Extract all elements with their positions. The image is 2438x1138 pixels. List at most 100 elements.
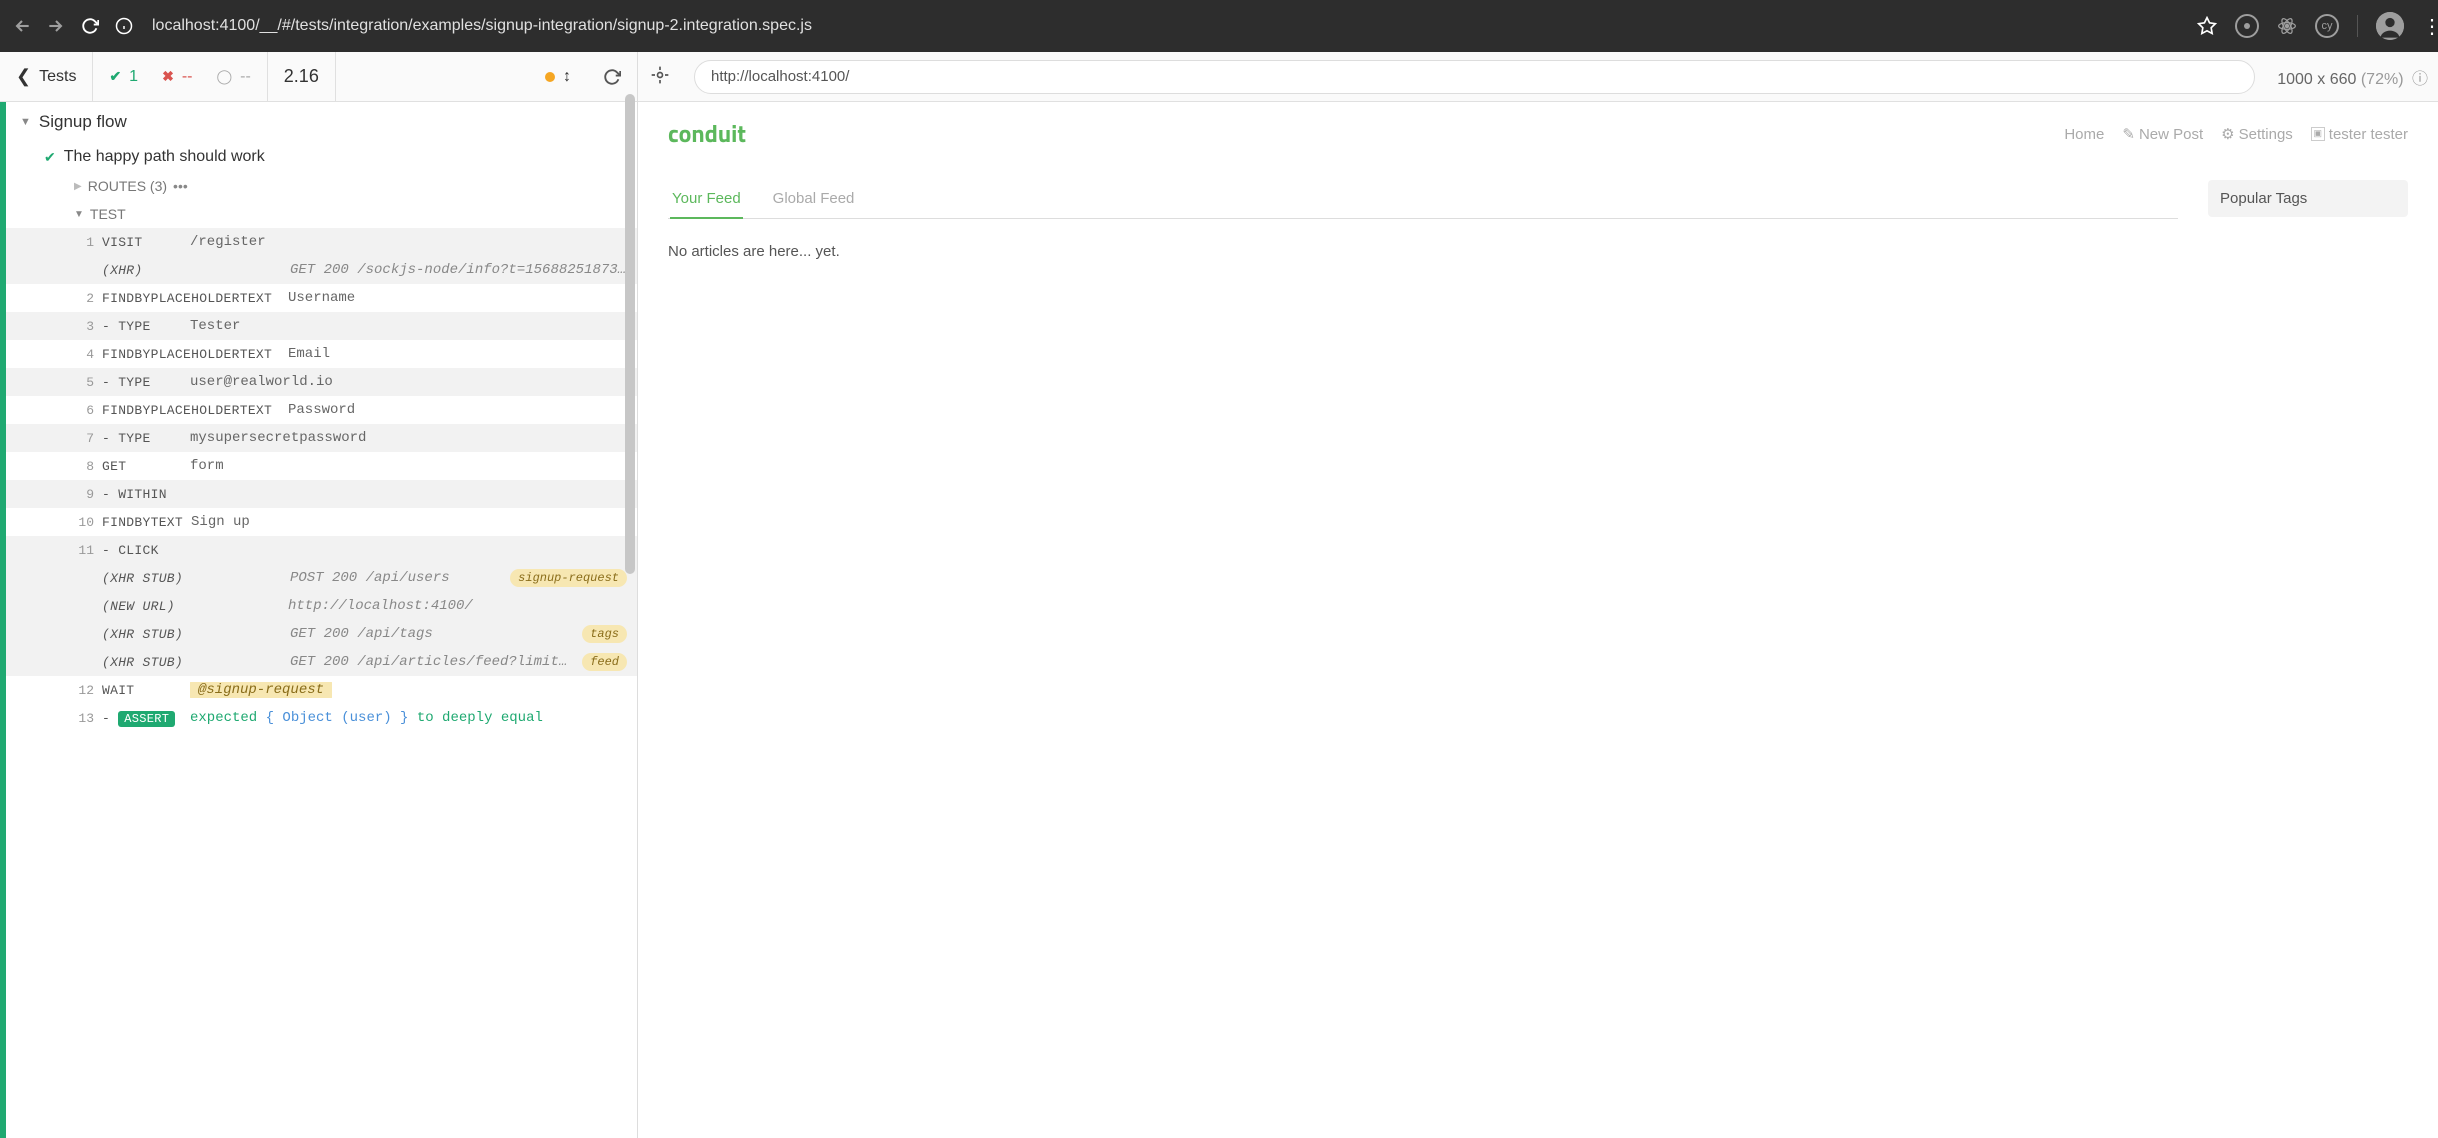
nav-home[interactable]: Home — [2064, 126, 2104, 143]
back-to-tests[interactable]: ❮ Tests — [0, 52, 93, 101]
command-row[interactable]: 3 - TYPE Tester — [6, 312, 637, 340]
command-number: 2 — [74, 291, 94, 306]
command-row[interactable]: 4FINDBYPLACEHOLDERTEXTEmail — [6, 340, 637, 368]
command-number: 5 — [74, 375, 94, 390]
command-row[interactable]: (XHR STUB)GET 200 /api/articles/feed?lim… — [6, 648, 637, 676]
app-logo[interactable]: conduit — [668, 116, 746, 152]
command-name: (XHR STUB) — [102, 627, 280, 642]
profile-avatar[interactable] — [2376, 12, 2404, 40]
command-name: - WITHIN — [102, 487, 182, 502]
command-name: WAIT — [102, 683, 182, 698]
command-row[interactable]: 6 FINDBYPLACEHOLDERTEXT Password — [6, 396, 637, 424]
command-row[interactable]: 9 - WITHIN — [6, 480, 637, 508]
dot-icon — [545, 72, 555, 82]
command-message: user@realworld.io — [190, 374, 627, 390]
command-message: /register — [190, 234, 627, 250]
pending-icon: ◯ — [216, 68, 232, 85]
updown-icon: ↕ — [563, 68, 571, 86]
app-iframe[interactable]: conduit Home ✎ New Post ⚙ Settings ▣ tes… — [638, 102, 2438, 1138]
describe-block[interactable]: ▼ Signup flow — [6, 102, 637, 142]
react-devtools-icon[interactable] — [2277, 16, 2297, 36]
command-message: GET 200 /sockjs-node/info?t=156882518734… — [288, 262, 627, 278]
command-name: FINDBYPLACEHOLDERTEXT — [102, 347, 280, 362]
nav-user[interactable]: ▣ tester tester — [2311, 126, 2408, 143]
assert-badge: ASSERT — [118, 711, 175, 727]
info-icon[interactable] — [114, 16, 134, 36]
test-block[interactable]: ✔ The happy path should work — [6, 142, 637, 172]
popular-tags-box: Popular Tags — [2208, 180, 2408, 217]
command-row[interactable]: 13 - ASSERT expected { Object (user) } t… — [6, 704, 637, 732]
command-name: (XHR STUB) — [102, 655, 280, 670]
command-message: POST 200 /api/users — [288, 570, 502, 586]
command-name: FINDBYPLACEHOLDERTEXT — [102, 403, 280, 418]
info-icon: ⓘ — [2412, 71, 2428, 88]
feed-tabs: Your Feed Global Feed — [668, 180, 2178, 219]
alias-badge: @signup-request — [190, 682, 332, 698]
command-message: Password — [288, 402, 627, 418]
alias-badge: tags — [582, 625, 627, 643]
command-row[interactable]: 7- TYPEmysupersecretpassword — [6, 424, 637, 452]
cypress-extension-icon[interactable]: cy — [2315, 14, 2339, 38]
command-number: 3 — [74, 319, 94, 334]
command-name: (XHR STUB) — [102, 571, 280, 586]
command-row[interactable]: 10FINDBYTEXTSign up — [6, 508, 637, 536]
check-icon: ✔ — [109, 68, 121, 85]
stats-passed: ✔ 1 — [93, 52, 154, 101]
reload-icon[interactable] — [80, 16, 100, 36]
aut-toolbar: 1000 x 660 (72%) ⓘ — [638, 52, 2438, 102]
command-row[interactable]: 1VISIT/register — [6, 228, 637, 256]
record-icon[interactable] — [2235, 14, 2259, 38]
passed-count: 1 — [129, 68, 138, 86]
command-name: - ASSERT — [102, 711, 182, 726]
alias-badge: signup-request — [510, 569, 627, 587]
viewport-size[interactable]: 1000 x 660 (72%) ⓘ — [2267, 65, 2438, 89]
command-message: Sign up — [191, 514, 627, 530]
command-row[interactable]: 12WAIT@signup-request — [6, 676, 637, 704]
command-name: VISIT — [102, 235, 182, 250]
chevron-down-icon: ▼ — [74, 209, 84, 220]
failed-count: -- — [182, 68, 193, 86]
app-preview-panel: 1000 x 660 (72%) ⓘ conduit Home ✎ New Po… — [638, 52, 2438, 1138]
command-number: 6 — [74, 403, 94, 418]
selector-playground-button[interactable] — [638, 65, 682, 88]
reporter-toolbar: ❮ Tests ✔ 1 ✖ -- ◯ -- 2.16 ↕ — [0, 52, 637, 102]
command-row[interactable]: (XHR STUB) POST 200 /api/users signup-requ… — [6, 564, 637, 592]
tab-global-feed[interactable]: Global Feed — [771, 180, 857, 218]
command-name: - TYPE — [102, 375, 182, 390]
command-row[interactable]: 2 FINDBYPLACEHOLDERTEXT Username — [6, 284, 637, 312]
edit-icon: ✎ — [2122, 125, 2135, 143]
x-icon: ✖ — [162, 68, 174, 85]
command-row[interactable]: (XHR STUB)GET 200 /api/tagstags — [6, 620, 637, 648]
nav-new-post[interactable]: ✎ New Post — [2122, 125, 2203, 143]
test-section-label[interactable]: ▼ TEST — [6, 200, 637, 228]
command-row[interactable]: 5 - TYPE user@realworld.io — [6, 368, 637, 396]
star-icon[interactable] — [2197, 16, 2217, 36]
ellipsis-icon: ••• — [173, 178, 188, 194]
alias-badge: feed — [582, 653, 627, 671]
browser-url[interactable]: localhost:4100/__/#/tests/integration/ex… — [152, 17, 2183, 35]
forward-icon[interactable] — [46, 16, 66, 36]
command-name: FINDBYTEXT — [102, 515, 183, 530]
command-message: Tester — [190, 318, 627, 334]
back-icon[interactable] — [12, 16, 32, 36]
command-message: expected { Object (user) } to deeply equ… — [190, 710, 627, 726]
auto-scroll-toggle[interactable]: ↕ — [529, 52, 587, 101]
command-message: mysupersecretpassword — [190, 430, 627, 446]
aut-url-input[interactable] — [694, 60, 2255, 94]
pending-count: -- — [240, 68, 251, 86]
command-row[interactable]: 11- CLICK — [6, 536, 637, 564]
command-number: 13 — [74, 711, 94, 726]
command-row[interactable]: 8GETform — [6, 452, 637, 480]
nav-settings[interactable]: ⚙ Settings — [2221, 125, 2293, 143]
command-row[interactable]: (XHR)GET 200 /sockjs-node/info?t=1568825… — [6, 256, 637, 284]
routes-toggle[interactable]: ▶ ROUTES (3) ••• — [6, 172, 637, 200]
command-message: Username — [288, 290, 627, 306]
kebab-menu-icon[interactable] — [2422, 14, 2426, 39]
scrollbar-thumb[interactable] — [625, 94, 635, 574]
tab-your-feed[interactable]: Your Feed — [670, 180, 743, 219]
command-number: 9 — [74, 487, 94, 502]
command-name: FINDBYPLACEHOLDERTEXT — [102, 291, 280, 306]
reporter-panel: ❮ Tests ✔ 1 ✖ -- ◯ -- 2.16 ↕ — [0, 52, 638, 1138]
command-row[interactable]: (NEW URL)http://localhost:4100/ — [6, 592, 637, 620]
command-name: - TYPE — [102, 319, 182, 334]
